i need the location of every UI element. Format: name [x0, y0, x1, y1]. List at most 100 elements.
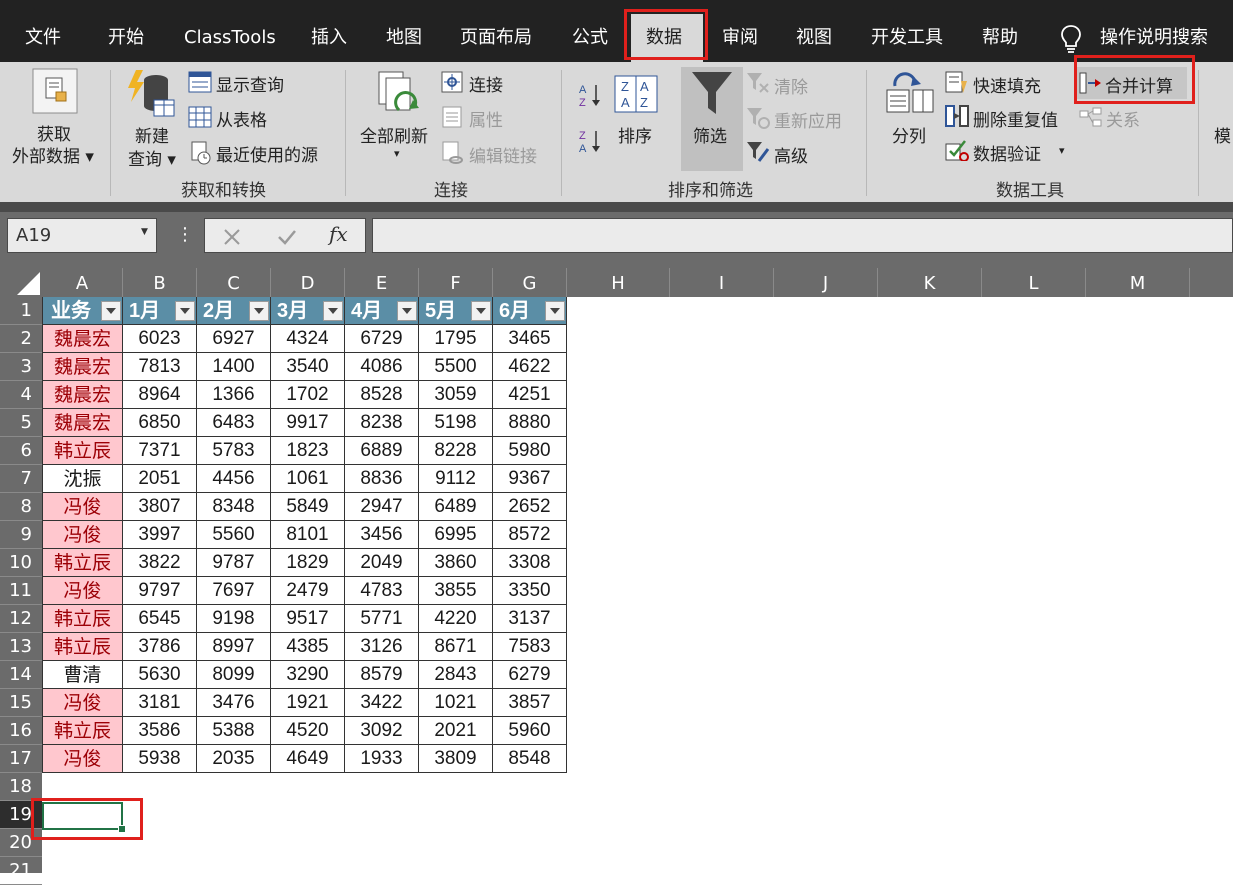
table-cell-value[interactable]: 3997 — [123, 521, 197, 549]
table-cell-value[interactable]: 3807 — [123, 493, 197, 521]
menu-tab-10[interactable]: 开发工具 — [871, 22, 943, 54]
table-cell-value[interactable]: 7813 — [123, 353, 197, 381]
menu-tab-4[interactable]: 地图 — [386, 22, 422, 54]
fill-handle[interactable] — [118, 825, 126, 833]
table-cell-value[interactable]: 1921 — [271, 689, 345, 717]
row-header-4[interactable]: 4 — [0, 381, 42, 409]
column-header-G[interactable]: G — [493, 268, 567, 297]
table-cell-value[interactable]: 9797 — [123, 577, 197, 605]
name-box[interactable]: A19 — [7, 218, 157, 253]
column-header-J[interactable]: J — [774, 268, 878, 297]
active-cell-a19[interactable] — [42, 802, 123, 830]
table-cell-value[interactable]: 3860 — [419, 549, 493, 577]
table-cell-value[interactable]: 8238 — [345, 409, 419, 437]
menu-tab-11[interactable]: 帮助 — [982, 22, 1018, 54]
column-header-C[interactable]: C — [197, 268, 271, 297]
table-cell-value[interactable]: 6889 — [345, 437, 419, 465]
column-header-H[interactable]: H — [567, 268, 670, 297]
data-validation-dropdown[interactable]: ▾ — [1059, 144, 1065, 157]
menu-tab-8[interactable]: 审阅 — [722, 22, 758, 54]
table-cell-name[interactable]: 韩立辰 — [42, 437, 123, 465]
row-header-19[interactable]: 19 — [0, 801, 42, 829]
consolidate-button[interactable]: 合并计算 — [1105, 72, 1173, 97]
table-cell-value[interactable]: 5849 — [271, 493, 345, 521]
filter-dropdown-icon[interactable] — [175, 301, 195, 321]
new-query-line1[interactable]: 新建 — [135, 122, 169, 147]
table-cell-value[interactable]: 8671 — [419, 633, 493, 661]
table-cell-value[interactable]: 2051 — [123, 465, 197, 493]
table-cell-value[interactable]: 1400 — [197, 353, 271, 381]
menu-tab-6[interactable]: 公式 — [572, 22, 608, 54]
text-to-columns-button[interactable]: 分列 — [892, 122, 926, 147]
table-cell-value[interactable]: 8528 — [345, 381, 419, 409]
filter-dropdown-icon[interactable] — [323, 301, 343, 321]
table-cell-value[interactable]: 5198 — [419, 409, 493, 437]
row-header-5[interactable]: 5 — [0, 409, 42, 437]
table-cell-value[interactable]: 5388 — [197, 717, 271, 745]
table-cell-value[interactable]: 5980 — [493, 437, 567, 465]
table-header-G[interactable]: 6月 — [493, 297, 567, 325]
table-cell-value[interactable]: 3857 — [493, 689, 567, 717]
sort-za-icon[interactable]: ZA — [579, 128, 603, 158]
formula-input[interactable] — [372, 218, 1233, 253]
properties-button[interactable]: 属性 — [469, 106, 503, 131]
show-query-button[interactable]: 显示查询 — [216, 71, 284, 96]
confirm-entry-icon[interactable] — [277, 228, 297, 246]
table-cell-value[interactable]: 9367 — [493, 465, 567, 493]
menu-tab-0[interactable]: 文件 — [25, 22, 61, 54]
table-cell-value[interactable]: 8101 — [271, 521, 345, 549]
table-cell-value[interactable]: 3476 — [197, 689, 271, 717]
table-cell-value[interactable]: 3290 — [271, 661, 345, 689]
table-cell-name[interactable]: 魏晨宏 — [42, 353, 123, 381]
row-header-2[interactable]: 2 — [0, 325, 42, 353]
table-cell-value[interactable]: 8348 — [197, 493, 271, 521]
table-cell-value[interactable]: 8997 — [197, 633, 271, 661]
table-cell-value[interactable]: 3350 — [493, 577, 567, 605]
relationships-button[interactable]: 关系 — [1106, 106, 1140, 131]
table-cell-value[interactable]: 6995 — [419, 521, 493, 549]
table-cell-value[interactable]: 8228 — [419, 437, 493, 465]
table-cell-value[interactable]: 6483 — [197, 409, 271, 437]
filter-dropdown-icon[interactable] — [101, 301, 121, 321]
table-cell-name[interactable]: 曹清 — [42, 661, 123, 689]
menu-tab-7[interactable]: 数据 — [646, 22, 682, 54]
table-cell-value[interactable]: 6279 — [493, 661, 567, 689]
table-cell-value[interactable]: 2049 — [345, 549, 419, 577]
table-header-C[interactable]: 2月 — [197, 297, 271, 325]
table-cell-value[interactable]: 3786 — [123, 633, 197, 661]
formula-bar-grip-icon[interactable]: ⋮ — [176, 224, 194, 245]
column-header-E[interactable]: E — [345, 268, 419, 297]
menu-tab-1[interactable]: 开始 — [108, 22, 144, 54]
table-cell-name[interactable]: 冯俊 — [42, 521, 123, 549]
table-cell-value[interactable]: 8579 — [345, 661, 419, 689]
filter-dropdown-icon[interactable] — [397, 301, 417, 321]
row-header-10[interactable]: 10 — [0, 549, 42, 577]
table-header-A[interactable]: 业务 — [42, 297, 123, 325]
table-cell-name[interactable]: 冯俊 — [42, 493, 123, 521]
table-cell-value[interactable]: 4649 — [271, 745, 345, 773]
refresh-all-dropdown[interactable]: ▾ — [394, 147, 400, 160]
table-cell-value[interactable]: 4456 — [197, 465, 271, 493]
new-query-button[interactable]: 查询 ▾ — [128, 145, 176, 170]
table-cell-value[interactable]: 6489 — [419, 493, 493, 521]
table-cell-value[interactable]: 8572 — [493, 521, 567, 549]
table-cell-value[interactable]: 3822 — [123, 549, 197, 577]
menu-tab-3[interactable]: 插入 — [311, 22, 347, 54]
table-cell-value[interactable]: 2479 — [271, 577, 345, 605]
table-cell-value[interactable]: 5960 — [493, 717, 567, 745]
row-header-17[interactable]: 17 — [0, 745, 42, 773]
tell-me-search[interactable]: 操作说明搜索 — [1100, 22, 1208, 54]
table-header-F[interactable]: 5月 — [419, 297, 493, 325]
table-cell-value[interactable]: 8964 — [123, 381, 197, 409]
row-header-20[interactable]: 20 — [0, 829, 42, 857]
column-header-B[interactable]: B — [123, 268, 197, 297]
table-cell-value[interactable]: 1933 — [345, 745, 419, 773]
row-header-9[interactable]: 9 — [0, 521, 42, 549]
table-header-D[interactable]: 3月 — [271, 297, 345, 325]
select-all-corner[interactable] — [0, 268, 42, 297]
table-cell-value[interactable]: 4783 — [345, 577, 419, 605]
column-header-M[interactable]: M — [1086, 268, 1190, 297]
table-cell-value[interactable]: 4251 — [493, 381, 567, 409]
row-header-16[interactable]: 16 — [0, 717, 42, 745]
table-cell-value[interactable]: 4385 — [271, 633, 345, 661]
